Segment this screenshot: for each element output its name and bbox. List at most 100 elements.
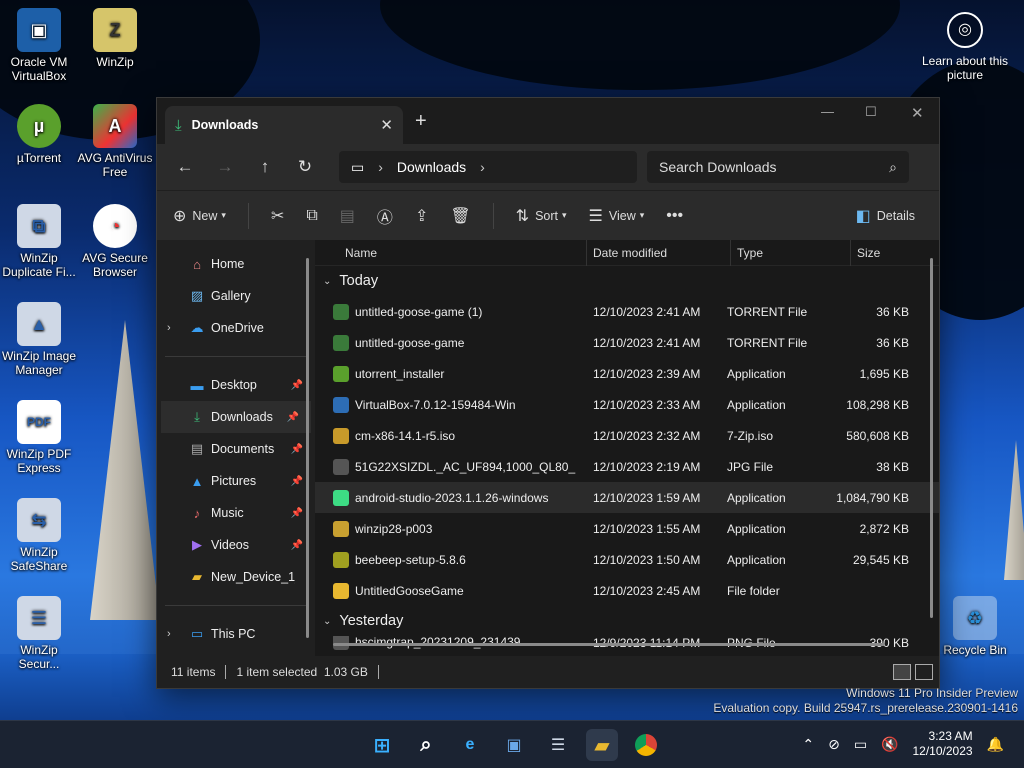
cut-button[interactable]: ✂ [271, 206, 284, 226]
learn-about-picture[interactable]: ◎ Learn about this picture [920, 12, 1010, 82]
nav-item-this-pc[interactable]: › ▭ This PC [157, 618, 315, 650]
expand-chevron-icon[interactable]: › [167, 628, 171, 640]
large-icons-view-button[interactable] [915, 664, 933, 680]
table-row[interactable]: utorrent_installer 12/10/2023 2:39 AM Appl… [315, 358, 939, 389]
desktop-icon-winzip-safeshare[interactable]: ⇆ WinZip SafeShare [0, 498, 78, 573]
vertical-scrollbar[interactable] [930, 258, 933, 618]
nav-item-documents[interactable]: ▤ Documents 📌 [157, 433, 315, 465]
desktop-icon-label: WinZip PDF Express [6, 447, 72, 475]
nav-item-downloads[interactable]: ⤓ Downloads 📌 [161, 401, 311, 433]
copy-button[interactable]: ⧉ [306, 207, 317, 225]
new-button[interactable]: ⊕ New ▾ [173, 206, 226, 226]
volume-muted-icon[interactable]: 🔇 [881, 736, 898, 753]
breadcrumb-downloads[interactable]: Downloads [397, 159, 466, 175]
nav-item-pictures[interactable]: ▲ Pictures 📌 [157, 465, 315, 497]
file-list: Name Date modified Type Size ⌄ Today unt… [315, 240, 939, 656]
image-file-icon [333, 458, 349, 475]
refresh-button[interactable]: ↻ [285, 157, 325, 177]
column-size[interactable]: Size [851, 240, 931, 266]
more-options-button[interactable]: ••• [666, 207, 683, 225]
up-button[interactable]: ↑ [245, 157, 285, 177]
maximize-button[interactable]: ☐ [865, 104, 877, 120]
desktop-icon-winzip-duplicate[interactable]: ⧉ WinZip Duplicate Fi... [0, 204, 78, 279]
delete-button[interactable]: 🗑 [450, 206, 470, 226]
nav-item-gallery[interactable]: ▨ Gallery [157, 280, 315, 312]
table-row[interactable]: untitled-goose-game (1) 12/10/2023 2:41 A… [315, 296, 939, 327]
nav-item-videos[interactable]: ▶ Videos 📌 [157, 529, 315, 561]
table-row[interactable]: VirtualBox-7.0.12-159484-Win 12/10/2023 2… [315, 389, 939, 420]
download-icon: ⤓ [194, 409, 200, 424]
expand-chevron-icon[interactable]: › [167, 322, 171, 334]
desktop-icon-winzip-pdf[interactable]: PDF WinZip PDF Express [0, 400, 78, 475]
file-explorer-taskbar-button[interactable]: ▰ [586, 729, 618, 761]
close-tab-icon[interactable]: ✕ [380, 116, 393, 134]
clock[interactable]: 3:23 AM 12/10/2023 [913, 729, 973, 759]
desktop-icon-virtualbox[interactable]: ▣ Oracle VM VirtualBox [0, 8, 78, 83]
nav-scrollbar[interactable] [306, 258, 309, 638]
file-name: utorrent_installer [315, 365, 577, 382]
edge-pre-button[interactable]: e [454, 729, 486, 761]
details-view-button[interactable] [893, 664, 911, 680]
chevron-up-icon[interactable]: ⌃ [802, 736, 814, 753]
winzip-secure-taskbar-button[interactable]: ☰ [542, 729, 574, 761]
item-count: 11 items [171, 665, 216, 679]
rename-button[interactable]: Ⓐ [377, 204, 393, 228]
search-input[interactable]: Search Downloads ⌕ [647, 151, 909, 183]
desktop-icon-winzip-secure[interactable]: ☰ WinZip Secur... [0, 596, 78, 671]
back-button[interactable]: ← [165, 157, 205, 177]
nav-item-new-device[interactable]: ▰ New_Device_1_A [157, 561, 315, 593]
file-date: 12/10/2023 2:41 AM [593, 335, 701, 350]
paste-button[interactable]: ▤ [340, 206, 355, 226]
horizontal-scrollbar[interactable] [333, 643, 885, 646]
search-button[interactable]: ⌕ [410, 729, 442, 761]
minimize-button[interactable]: — [821, 104, 834, 119]
start-button[interactable]: ⊞ [366, 729, 398, 761]
new-tab-button[interactable]: + [415, 110, 427, 133]
share-button[interactable]: ⇪ [415, 206, 428, 226]
table-row[interactable]: untitled-goose-game 12/10/2023 2:41 AM TOR… [315, 327, 939, 358]
details-button[interactable]: ◧ Details [856, 206, 915, 226]
desktop-icon-avg-browser[interactable]: ◔ AVG Secure Browser [76, 204, 154, 279]
close-window-button[interactable]: ✕ [911, 104, 924, 122]
view-button[interactable]: ☰ View ▾ [589, 206, 645, 226]
group-yesterday[interactable]: ⌄ Yesterday [315, 606, 939, 636]
table-row[interactable]: cm-x86-14.1-r5.iso 12/10/2023 2:32 AM 7-Zi… [315, 420, 939, 451]
virtualbox-taskbar-button[interactable]: ▣ [498, 729, 530, 761]
table-row[interactable]: beebeep-setup-5.8.6 12/10/2023 1:50 AM App… [315, 544, 939, 575]
desktop-icon-label: WinZip SafeShare [10, 545, 68, 573]
file-date: 12/10/2023 2:41 AM [593, 304, 701, 319]
scissors-icon: ✂ [270, 207, 285, 225]
nav-item-home[interactable]: ⌂ Home [157, 248, 315, 280]
network-off-icon[interactable]: ⊘ [828, 736, 840, 753]
nav-item-music[interactable]: ♪ Music 📌 [157, 497, 315, 529]
table-row[interactable]: 51G22XSIZDL._AC_UF894,1000_QL80_ 12/10/20… [315, 451, 939, 482]
table-row[interactable]: UntitledGooseGame 12/10/2023 2:45 AM File … [315, 575, 939, 606]
details-pane-icon: ◧ [855, 207, 871, 225]
notification-bell-icon[interactable]: 🔔 [987, 736, 1004, 753]
forward-button[interactable]: → [205, 157, 245, 177]
desktop-icon-recycle-bin[interactable]: ♻ Recycle Bin [936, 596, 1014, 657]
address-bar[interactable]: ▭ › Downloads › [339, 151, 637, 183]
clock-time: 3:23 AM [928, 729, 973, 743]
table-row[interactable]: winzip28-p003 12/10/2023 1:55 AM Applicati… [315, 513, 939, 544]
nav-item-onedrive[interactable]: › ☁ OneDrive [157, 312, 315, 344]
display-icon[interactable]: ▭ [854, 736, 867, 753]
avg-browser-icon: ◔ [93, 204, 137, 248]
desktop-icon-avg-antivirus[interactable]: A AVG AntiVirus Free [76, 104, 154, 179]
desktop-icon-winzip[interactable]: Z WinZip [76, 8, 154, 69]
desktop-icon-winzip-image[interactable]: ▲ WinZip Image Manager [0, 302, 78, 377]
group-today[interactable]: ⌄ Today [315, 266, 939, 296]
column-date-modified[interactable]: Date modified [587, 240, 731, 266]
tab-downloads[interactable]: ⤓ Downloads ✕ [165, 106, 403, 144]
chrome-taskbar-button[interactable] [630, 729, 662, 761]
file-type: Application [727, 552, 786, 567]
iso-file-icon [333, 427, 349, 444]
sort-button[interactable]: ⇅ Sort ▾ [516, 206, 567, 226]
nav-item-desktop[interactable]: ▬ Desktop 📌 [157, 369, 315, 401]
file-name-text: UntitledGooseGame [355, 583, 464, 598]
table-row[interactable]: android-studio-2023.1.1.26-windows 12/10/… [315, 482, 939, 513]
desktop-icon-utorrent[interactable]: µ µTorrent [0, 104, 78, 165]
column-name[interactable]: Name [315, 240, 587, 266]
breadcrumb-chevron-icon[interactable]: › [480, 159, 485, 175]
column-type[interactable]: Type [731, 240, 851, 266]
